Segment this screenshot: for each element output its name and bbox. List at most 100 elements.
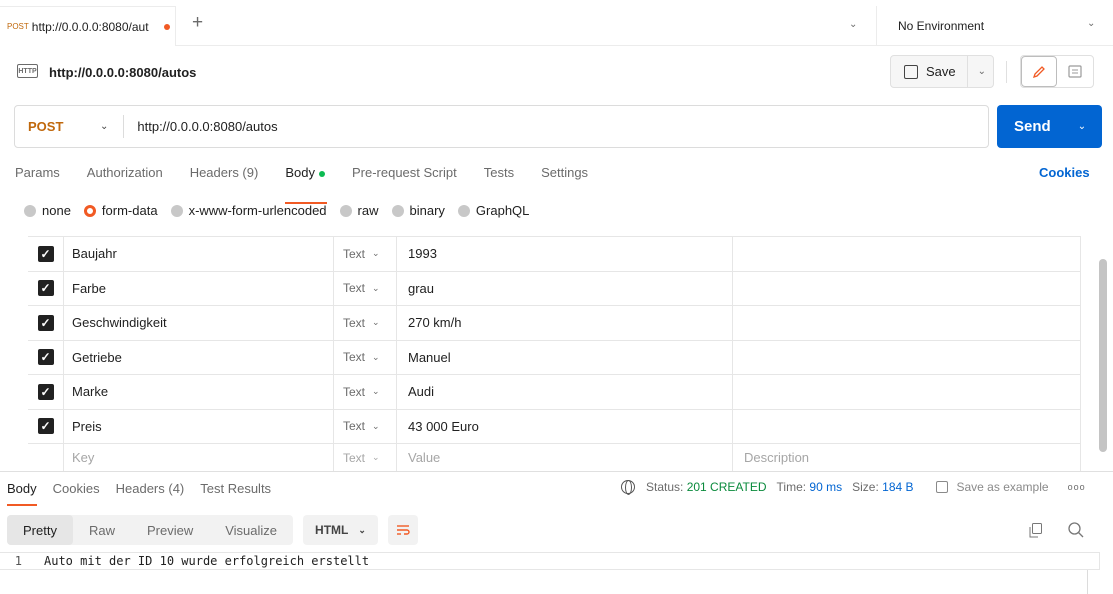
view-raw[interactable]: Raw xyxy=(73,515,131,545)
tab-pre-request-script[interactable]: Pre-request Script xyxy=(352,165,457,189)
table-row: ✓ Getriebe Text ⌄ Manuel xyxy=(28,340,1081,375)
type-select[interactable]: Text ⌄ xyxy=(334,237,397,271)
view-pretty[interactable]: Pretty xyxy=(7,515,73,545)
tab-headers[interactable]: Headers (9) xyxy=(190,165,259,189)
copy-icon[interactable] xyxy=(1029,523,1042,538)
value-field[interactable]: Audi xyxy=(397,375,733,409)
request-tabs: Params Authorization Headers (9) Body Pr… xyxy=(15,165,615,204)
method-chevron-icon[interactable]: ⌄ xyxy=(100,121,108,132)
save-as-example-button[interactable]: Save as example xyxy=(935,480,1049,494)
chevron-down-icon: ⌄ xyxy=(372,317,380,328)
value-field[interactable]: grau xyxy=(397,271,733,305)
description-field[interactable] xyxy=(733,306,1081,340)
send-dropdown-chevron-icon[interactable]: ⌄ xyxy=(1078,121,1086,132)
environment-label: No Environment xyxy=(898,19,985,33)
radio-raw[interactable]: raw xyxy=(339,203,379,218)
search-icon[interactable] xyxy=(1068,522,1084,538)
radio-binary[interactable]: binary xyxy=(391,203,445,218)
value-field[interactable]: 1993 xyxy=(397,237,733,271)
key-input[interactable]: Key xyxy=(64,444,334,471)
method-select[interactable]: POST xyxy=(28,119,88,134)
form-data-table: ✓ Baujahr Text ⌄ 1993 ✓ Farbe Text ⌄ grau … xyxy=(28,236,1081,471)
pencil-icon[interactable] xyxy=(1021,56,1058,87)
row-checkbox[interactable]: ✓ xyxy=(37,349,54,366)
response-tab-test-results[interactable]: Test Results xyxy=(200,481,271,496)
save-dropdown-chevron-icon[interactable]: ⌄ xyxy=(978,66,986,77)
value-input[interactable]: Value xyxy=(397,444,733,471)
table-row: ✓ Baujahr Text ⌄ 1993 xyxy=(28,237,1081,272)
format-select[interactable]: HTML ⌄ xyxy=(303,515,378,545)
body-type-radios: none form-data x-www-form-urlencoded raw… xyxy=(24,203,542,218)
save-label: Save xyxy=(926,64,956,79)
save-icon xyxy=(935,481,948,493)
radio-none[interactable]: none xyxy=(24,203,71,218)
key-field[interactable]: Marke xyxy=(64,375,334,409)
row-checkbox[interactable]: ✓ xyxy=(37,245,54,262)
table-row: ✓ Farbe Text ⌄ grau xyxy=(28,271,1081,306)
key-field[interactable]: Baujahr xyxy=(64,237,334,271)
response-tab-cookies[interactable]: Cookies xyxy=(53,481,100,496)
row-checkbox[interactable]: ✓ xyxy=(37,314,54,331)
editor-scrollbar[interactable] xyxy=(1087,570,1088,594)
type-select[interactable]: Text ⌄ xyxy=(334,375,397,409)
status-code[interactable]: 201 CREATED xyxy=(687,480,767,494)
new-tab-icon[interactable]: + xyxy=(192,13,203,32)
tab-body[interactable]: Body xyxy=(285,165,327,204)
radio-x-www-form-urlencoded[interactable]: x-www-form-urlencoded xyxy=(170,203,327,218)
description-field[interactable] xyxy=(733,237,1081,271)
description-input[interactable]: Description xyxy=(733,444,1081,471)
type-select[interactable]: Text ⌄ xyxy=(334,271,397,305)
wrap-lines-icon[interactable] xyxy=(387,515,418,545)
response-body-text[interactable]: Auto mit der ID 10 wurde erfolgreich ers… xyxy=(44,554,369,568)
cookies-link[interactable]: Cookies xyxy=(1039,165,1090,180)
description-field[interactable] xyxy=(733,375,1081,409)
url-bar: POST ⌄ http://0.0.0.0:8080/autos xyxy=(14,105,989,148)
row-checkbox[interactable]: ✓ xyxy=(37,383,54,400)
tab-bar: POST http://0.0.0.0:8080/aut + ⌄ No Envi… xyxy=(0,0,1113,46)
http-icon: HTTP xyxy=(17,64,38,78)
request-title[interactable]: http://0.0.0.0:8080/autos xyxy=(49,65,196,80)
tab-params[interactable]: Params xyxy=(15,165,60,189)
scrollbar[interactable] xyxy=(1099,259,1107,452)
type-select[interactable]: Text ⌄ xyxy=(334,409,397,443)
description-field[interactable] xyxy=(733,409,1081,443)
tab-tests[interactable]: Tests xyxy=(484,165,514,189)
response-time[interactable]: 90 ms xyxy=(809,480,842,494)
row-checkbox[interactable]: ✓ xyxy=(37,418,54,435)
url-input[interactable]: http://0.0.0.0:8080/autos xyxy=(137,119,277,134)
description-field[interactable] xyxy=(733,271,1081,305)
globe-icon[interactable] xyxy=(621,480,635,495)
save-button[interactable]: Save ⌄ xyxy=(890,55,994,88)
key-field[interactable]: Preis xyxy=(64,409,334,443)
type-select[interactable]: Text ⌄ xyxy=(334,444,397,471)
value-field[interactable]: 43 000 Euro xyxy=(397,409,733,443)
view-visualize[interactable]: Visualize xyxy=(209,515,293,545)
tab-settings[interactable]: Settings xyxy=(541,165,588,189)
key-field[interactable]: Getriebe xyxy=(64,340,334,374)
tab-authorization[interactable]: Authorization xyxy=(87,165,163,189)
row-checkbox[interactable]: ✓ xyxy=(37,280,54,297)
value-field[interactable]: Manuel xyxy=(397,340,733,374)
view-preview[interactable]: Preview xyxy=(131,515,209,545)
chevron-down-icon: ⌄ xyxy=(372,282,380,293)
send-button[interactable]: Send ⌄ xyxy=(997,105,1102,148)
response-tab-headers[interactable]: Headers (4) xyxy=(116,481,185,496)
type-select[interactable]: Text ⌄ xyxy=(334,306,397,340)
table-row: ✓ Marke Text ⌄ Audi xyxy=(28,375,1081,410)
environment-selector[interactable]: No Environment ⌄ xyxy=(876,6,1113,46)
edit-mode-toggle xyxy=(1020,55,1094,88)
tabs-dropdown-chevron-icon[interactable]: ⌄ xyxy=(849,19,857,30)
more-options-icon[interactable]: ooo xyxy=(1068,482,1086,492)
response-tab-body[interactable]: Body xyxy=(7,481,37,506)
description-field[interactable] xyxy=(733,340,1081,374)
type-select[interactable]: Text ⌄ xyxy=(334,340,397,374)
request-tab[interactable]: POST http://0.0.0.0:8080/aut xyxy=(0,6,176,46)
value-field[interactable]: 270 km/h xyxy=(397,306,733,340)
key-field[interactable]: Farbe xyxy=(64,271,334,305)
comment-icon[interactable] xyxy=(1057,56,1093,87)
key-field[interactable]: Geschwindigkeit xyxy=(64,306,334,340)
chevron-down-icon: ⌄ xyxy=(372,386,380,397)
response-size[interactable]: 184 B xyxy=(882,480,913,494)
radio-form-data[interactable]: form-data xyxy=(83,203,158,218)
radio-graphql[interactable]: GraphQL xyxy=(457,203,529,218)
